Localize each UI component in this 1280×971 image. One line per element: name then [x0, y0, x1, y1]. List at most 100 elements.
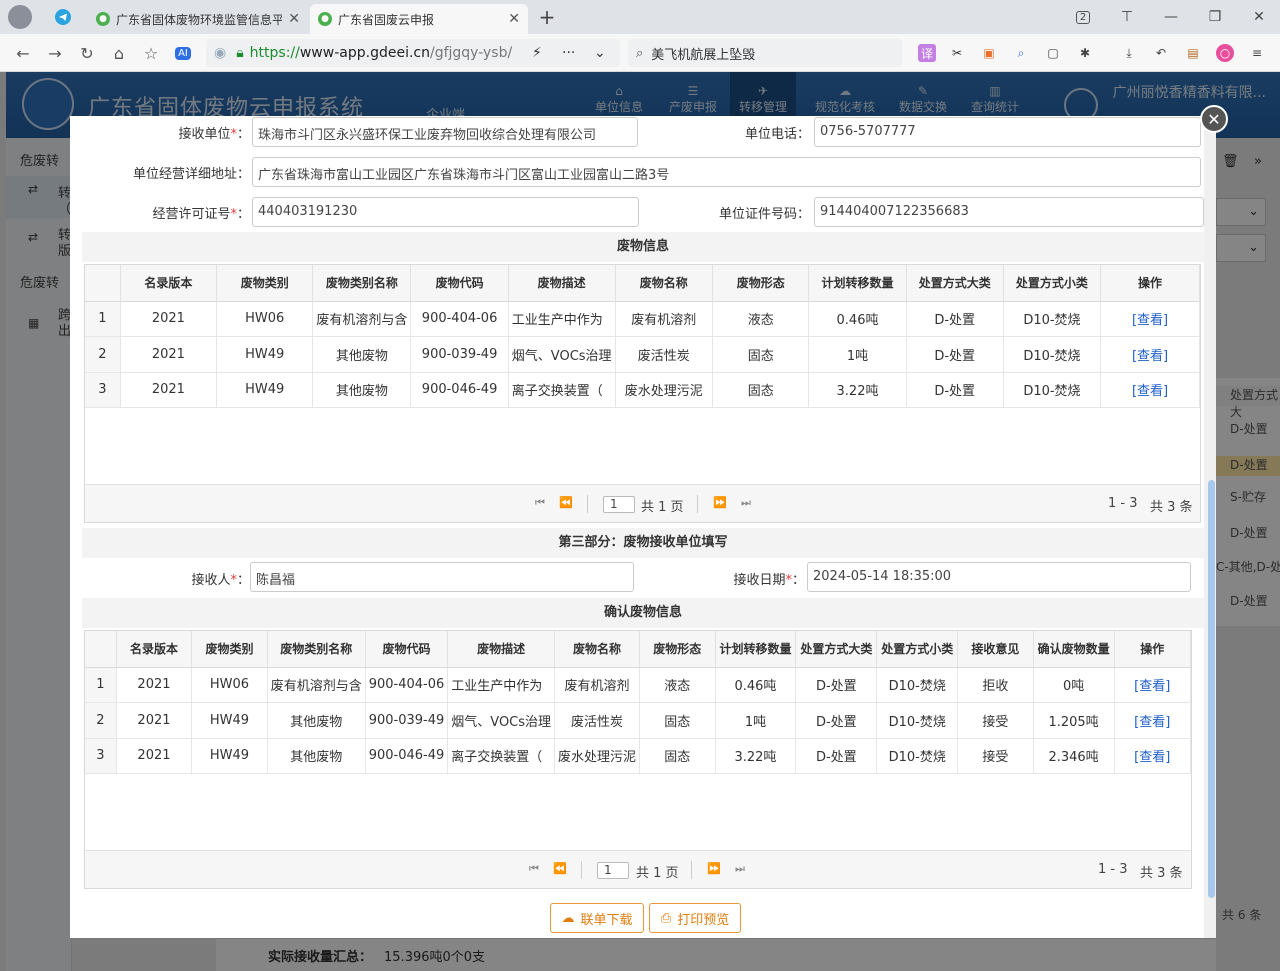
column-header[interactable]: 废物类别名称 [312, 265, 412, 302]
download-form-button[interactable]: ☁ 联单下载 [550, 903, 644, 933]
first-page-icon[interactable]: ⏮ [535, 496, 545, 510]
view-link[interactable]: [查看] [1134, 750, 1170, 765]
column-header[interactable]: 计划转移数量 [808, 265, 907, 302]
forward-icon[interactable]: → [44, 42, 66, 64]
column-header[interactable]: 废物描述 [508, 265, 616, 302]
prev-page-icon[interactable]: ⏪ [559, 496, 573, 509]
tab-gdsw-cloud[interactable]: ● 广东省固废云申报 ✕ [310, 4, 528, 34]
more-icon[interactable]: ··· [562, 45, 575, 61]
toolbox-icon[interactable]: ▤ [1184, 44, 1202, 62]
cell-method-minor: D10-焚烧 [1003, 372, 1102, 408]
table-row[interactable]: 2 2021 HW49 其他废物 900-039-49 烟气、VOCs治理 废活… [85, 336, 1200, 373]
next-page-icon[interactable]: ⏩ [707, 862, 721, 875]
column-header[interactable]: 废物描述 [447, 631, 556, 668]
column-header[interactable]: 名录版本 [120, 265, 218, 302]
close-tab-icon[interactable]: ✕ [288, 11, 300, 27]
column-header[interactable]: 处置方式小类 [876, 631, 959, 668]
column-header[interactable]: 接收意见 [957, 631, 1034, 668]
column-header[interactable]: 确认废物数量 [1033, 631, 1115, 668]
column-header[interactable]: 处置方式大类 [795, 631, 878, 668]
last-page-icon[interactable]: ⏭ [735, 862, 745, 876]
column-header[interactable]: 废物类别 [191, 631, 268, 668]
reload-icon[interactable]: ↻ [76, 42, 98, 64]
cert-field[interactable]: 914404007122356683 [814, 197, 1204, 227]
column-header[interactable]: 废物代码 [410, 265, 509, 302]
prev-page-icon[interactable]: ⏪ [553, 862, 567, 875]
column-header[interactable]: 计划转移数量 [715, 631, 797, 668]
table-row[interactable]: 3 2021 HW49 其他废物 900-046-49 离子交换装置（ 废水处理… [85, 738, 1192, 774]
ai-icon[interactable]: AI [172, 42, 194, 64]
undo-icon[interactable]: ↶ [1152, 44, 1170, 62]
url-input[interactable]: ◉ 🔒︎ https:// www-app.gdeei.cn /gfjgqy-y… [206, 39, 620, 67]
close-window-icon[interactable]: ✕ [1248, 6, 1270, 28]
column-header[interactable]: 操作 [1100, 265, 1200, 302]
search-input[interactable]: ⌕ 美飞机航展上坠毁 [628, 39, 902, 67]
column-header[interactable]: 处置方式小类 [1003, 265, 1102, 302]
close-dialog-button[interactable]: ✕ [1200, 105, 1228, 133]
download-icon[interactable]: ⤓ [1120, 44, 1138, 62]
chevron-down-icon[interactable]: ⌄ [594, 45, 606, 61]
view-link[interactable]: [查看] [1132, 349, 1168, 364]
column-header[interactable]: 废物代码 [365, 631, 449, 668]
print-preview-button[interactable]: ⎙ 打印预览 [649, 903, 741, 933]
site-info-icon[interactable]: ◉ [214, 45, 226, 61]
cell-method-minor: D10-焚烧 [1003, 301, 1102, 337]
next-page-icon[interactable]: ⏩ [713, 496, 727, 509]
scissors-icon[interactable]: ✂ [948, 44, 966, 62]
first-page-icon[interactable]: ⏮ [529, 862, 539, 876]
new-tab-icon[interactable]: + [536, 5, 558, 29]
phone-field[interactable]: 0756-5707777 [814, 117, 1201, 147]
table-row[interactable]: 2 2021 HW49 其他废物 900-039-49 烟气、VOCs治理 废活… [85, 702, 1192, 739]
shirt-icon[interactable]: ⊤ [1116, 6, 1138, 28]
column-header[interactable]: 操作 [1114, 631, 1192, 668]
telegram-icon[interactable] [52, 6, 74, 28]
view-link[interactable]: [查看] [1132, 384, 1168, 399]
table-row[interactable]: 3 2021 HW49 其他废物 900-046-49 离子交换装置（ 废水处理… [85, 372, 1200, 408]
cell-method-major: D-处置 [906, 372, 1004, 408]
modal-scrollbar-thumb[interactable] [1208, 480, 1215, 898]
gamepad-icon[interactable]: ▣ [980, 44, 998, 62]
column-header[interactable]: 废物名称 [554, 631, 641, 668]
gdsw-favicon-icon: ● [318, 12, 332, 26]
view-link[interactable]: [查看] [1134, 679, 1170, 694]
total-pages: 共 1 页 [636, 866, 679, 881]
back-icon[interactable]: ← [12, 42, 34, 64]
table-row[interactable]: 1 2021 HW06 废有机溶剂与含 900-404-06 工业生产中作为 废… [85, 667, 1192, 703]
close-tab-icon[interactable]: ✕ [508, 11, 520, 27]
receive-date-field[interactable]: 2024-05-14 18:35:00 [807, 562, 1191, 592]
column-header[interactable]: 名录版本 [116, 631, 193, 668]
view-link[interactable]: [查看] [1134, 715, 1170, 730]
column-header[interactable]: 废物形态 [639, 631, 716, 668]
receiver-unit-field[interactable]: 珠海市斗门区永兴盛环保工业废弃物回收综合处理有限公司 [252, 117, 638, 147]
colorful-circle-icon[interactable]: ○ [1216, 44, 1234, 62]
profile-avatar-icon[interactable] [8, 5, 32, 29]
table-row[interactable]: 1 2021 HW06 废有机溶剂与含 900-404-06 工业生产中作为 废… [85, 301, 1200, 337]
column-header[interactable]: 处置方式大类 [906, 265, 1004, 302]
page-number-input[interactable]: 1 [597, 862, 629, 879]
tab-count-icon[interactable]: 2 [1072, 6, 1094, 28]
lightning-icon[interactable]: ⚡︎ [532, 45, 542, 61]
clipboard-icon[interactable]: ▢ [1044, 44, 1062, 62]
restore-icon[interactable]: ❐ [1204, 6, 1226, 28]
menu-icon[interactable]: ≡ [1248, 44, 1266, 62]
page-number-input[interactable]: 1 [603, 496, 635, 513]
home-icon[interactable]: ⌂ [108, 42, 130, 64]
cell-form: 固态 [639, 702, 716, 739]
cell-op: [查看] [1114, 738, 1192, 774]
license-field[interactable]: 440403191230 [252, 197, 639, 227]
address-field[interactable]: 广东省珠海市富山工业园区广东省珠海市斗门区富山工业园富山二路3号 [252, 157, 1201, 187]
favorites-icon[interactable]: ☆ [140, 42, 162, 64]
magnifier-icon[interactable]: ⌕ [1012, 44, 1030, 62]
column-header[interactable]: 废物形态 [712, 265, 810, 302]
extensions-icon[interactable]: ✱ [1076, 44, 1094, 62]
column-header[interactable]: 废物名称 [615, 265, 714, 302]
view-link[interactable]: [查看] [1132, 313, 1168, 328]
translate-icon[interactable]: 译 [918, 44, 936, 62]
tab-gdsw-platform[interactable]: ● 广东省固体废物环境监管信息平 ✕ [88, 4, 308, 34]
minimize-icon[interactable]: — [1160, 6, 1182, 28]
column-header[interactable]: 废物类别 [216, 265, 314, 302]
column-header[interactable]: 废物类别名称 [267, 631, 366, 668]
receiver-field[interactable]: 陈昌福 [250, 562, 634, 592]
last-page-icon[interactable]: ⏭ [741, 496, 751, 510]
cell-method-minor: D10-焚烧 [876, 738, 959, 774]
